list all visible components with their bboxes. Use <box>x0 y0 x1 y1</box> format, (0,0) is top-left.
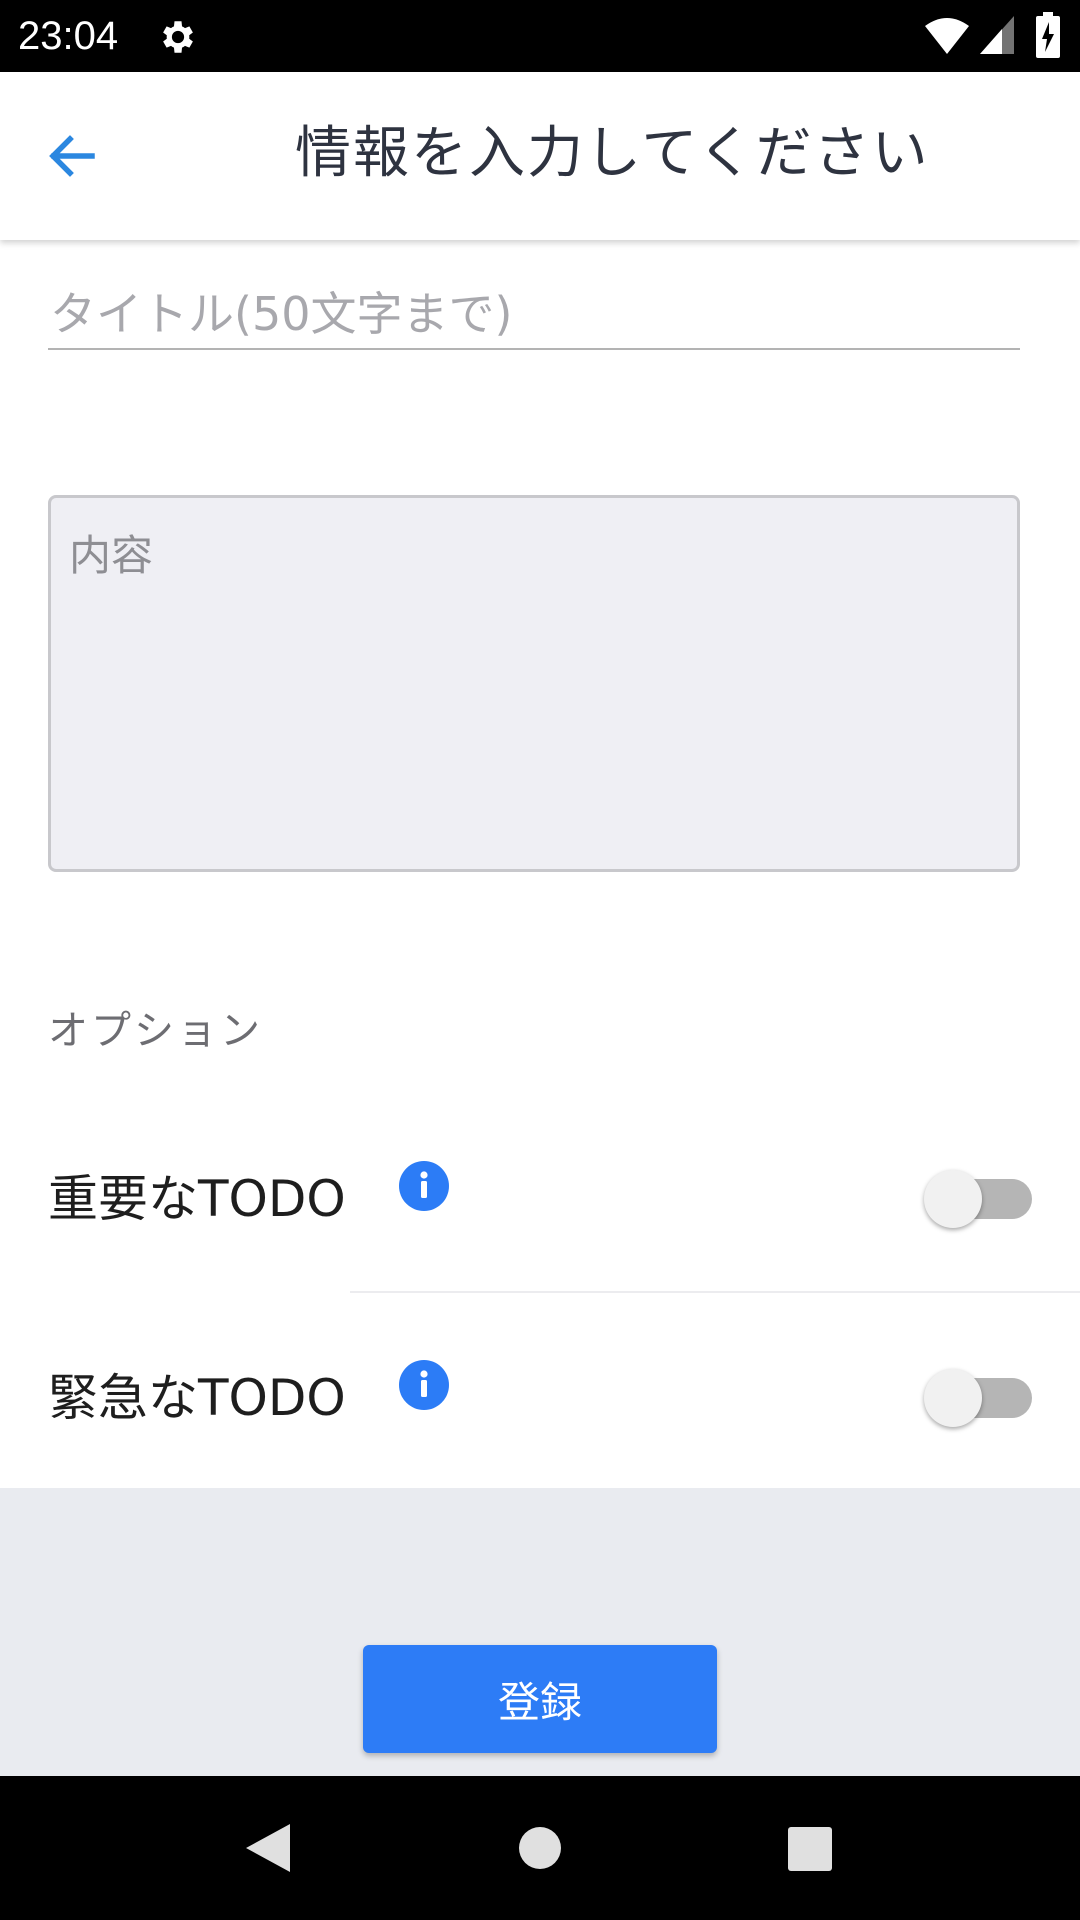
options-section-label: オプション <box>48 1008 263 1054</box>
title-input[interactable] <box>48 280 1020 350</box>
gear-icon <box>157 16 199 58</box>
app-bar: 情報を入力してください <box>0 72 1080 240</box>
nav-home-icon[interactable] <box>518 1826 562 1870</box>
content-textarea[interactable] <box>48 495 1020 872</box>
option-label-important: 重要なTODO <box>48 1170 346 1228</box>
info-icon[interactable] <box>399 1161 449 1211</box>
nav-back-icon[interactable] <box>242 1820 292 1876</box>
option-label-urgent: 緊急なTODO <box>48 1369 346 1427</box>
cellular-signal-icon <box>980 16 1014 54</box>
title-field-container <box>48 280 1020 352</box>
toggle-thumb <box>924 1369 982 1427</box>
footer-area: 登録 <box>0 1488 1080 1776</box>
urgent-toggle-switch[interactable] <box>922 1366 1034 1427</box>
register-button[interactable]: 登録 <box>363 1645 717 1753</box>
info-icon[interactable] <box>399 1360 449 1410</box>
nav-recents-icon[interactable] <box>787 1826 833 1872</box>
divider <box>350 1291 1080 1293</box>
status-bar: 23:04 <box>0 0 1080 72</box>
toggle-thumb <box>924 1170 982 1228</box>
option-row-important: 重要なTODO <box>0 1095 1080 1293</box>
navigation-bar <box>0 1776 1080 1920</box>
status-time: 23:04 <box>18 14 119 58</box>
page-title: 情報を入力してください <box>295 121 930 186</box>
option-row-urgent: 緊急なTODO <box>0 1294 1080 1492</box>
battery-charging-icon <box>1036 12 1060 58</box>
wifi-icon <box>924 16 970 56</box>
important-toggle-switch[interactable] <box>922 1167 1034 1228</box>
